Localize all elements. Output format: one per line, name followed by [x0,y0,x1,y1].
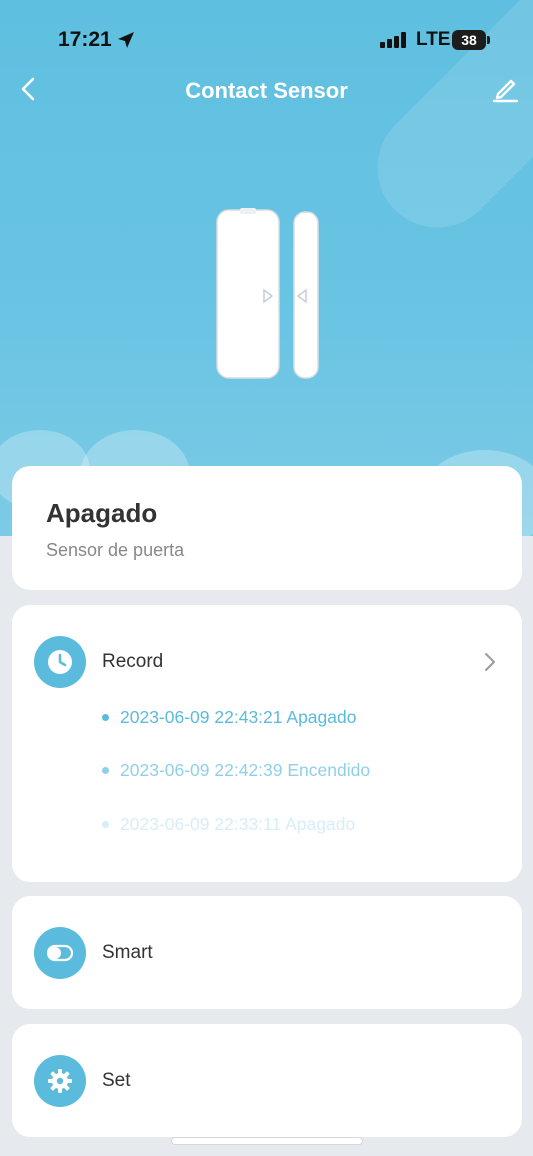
record-card[interactable]: Record 2023-06-09 22:43:21 Apagado 2023-… [12,605,522,882]
device-description: Sensor de puerta [46,540,185,560]
status-time: 17:21 [58,28,112,51]
record-dot [102,714,109,721]
record-dot [102,767,109,774]
status-bar: 17:21 LTE 38 [0,0,533,80]
toggle-icon [46,944,74,962]
settings-card[interactable]: Set [12,1024,522,1137]
pencil-icon[interactable] [490,74,520,104]
gear-icon [48,1069,72,1093]
battery-level: 38 [461,32,477,48]
record-dot [102,821,109,828]
record-label: Record [102,651,164,672]
signal-icon [380,32,406,48]
network-type: LTE [416,29,451,50]
record-entry-text: 2023-06-09 22:33:11 Apagado [120,814,356,834]
location-arrow-icon [118,32,134,48]
smart-card[interactable]: Smart [12,896,522,1009]
device-state: Apagado [46,498,158,528]
clock-icon [48,650,72,674]
page-title: Contact Sensor [185,78,348,103]
contact-sensor-image [216,208,319,379]
record-entry: 2023-06-09 22:42:39 Encendido [102,760,370,781]
settings-label: Set [102,1070,131,1091]
device-status-card: Apagado Sensor de puerta [12,466,522,590]
home-indicator[interactable] [172,1138,362,1144]
chevron-right-icon[interactable] [482,651,498,673]
smart-icon-badge [34,927,86,979]
smart-label: Smart [102,942,153,963]
record-entry: 2023-06-09 22:33:11 Apagado [102,814,355,835]
settings-icon-badge [34,1055,86,1107]
record-entry-text: 2023-06-09 22:43:21 Apagado [120,707,357,727]
record-entry-text: 2023-06-09 22:42:39 Encendido [120,760,371,780]
record-icon-badge [34,636,86,688]
record-entry: 2023-06-09 22:43:21 Apagado [102,707,356,728]
battery-icon: 38 [452,30,490,50]
